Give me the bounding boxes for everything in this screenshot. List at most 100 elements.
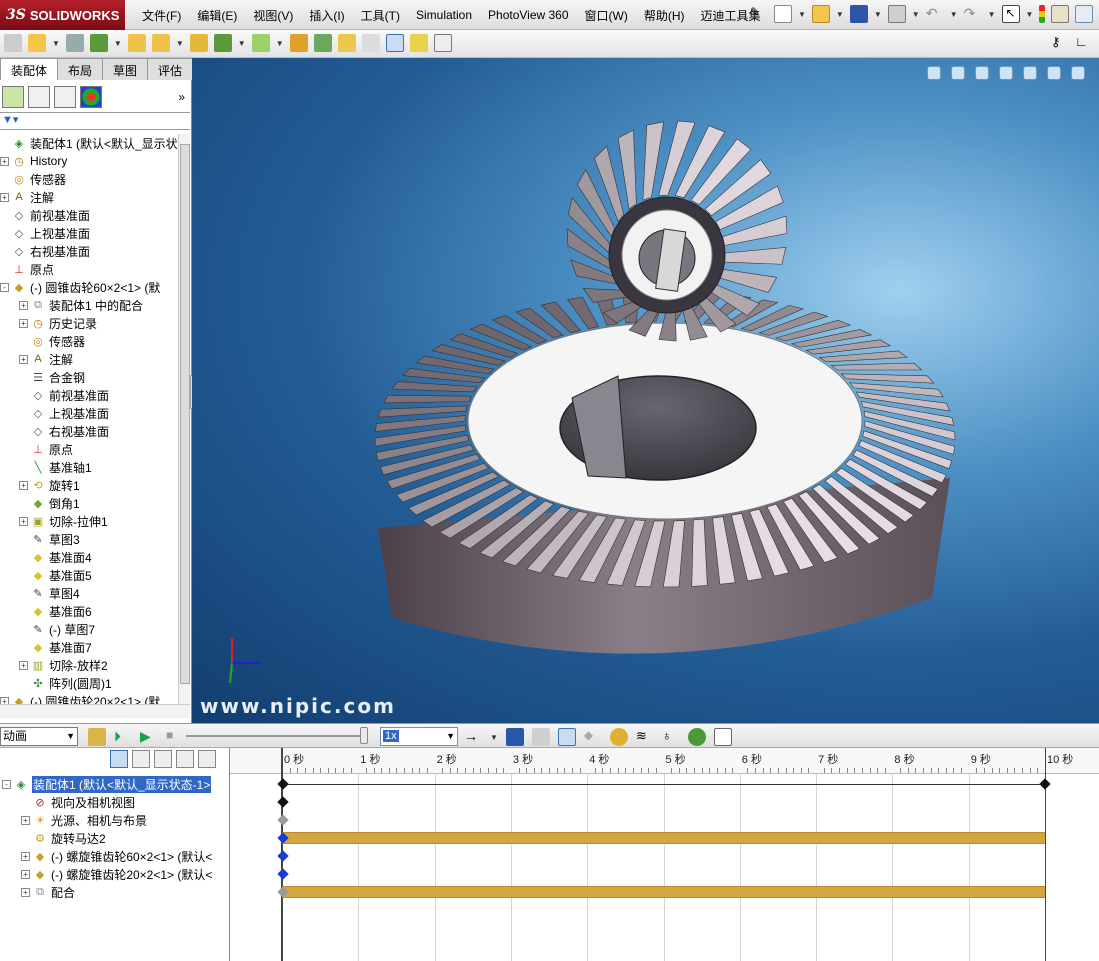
linear-pattern-icon[interactable] xyxy=(89,34,108,52)
tree-item[interactable]: - ◆ (-) 圆锥齿轮60×2<1> (默 xyxy=(0,278,160,296)
playback-mode-dropdown-icon[interactable]: ▼ xyxy=(490,733,498,742)
contact-icon[interactable]: ♁ xyxy=(662,728,680,746)
collapse-icon[interactable]: - xyxy=(2,779,11,789)
tree-item[interactable]: ✣ 阵列(圆周)1 xyxy=(19,674,111,692)
tree-item[interactable]: + ▥ 切除-放样2 xyxy=(19,656,108,674)
play-from-start-icon[interactable]: ⏵ xyxy=(114,728,132,746)
add-update-key-icon[interactable]: ◆ xyxy=(584,728,602,746)
property-manager-tab-icon[interactable] xyxy=(28,86,50,108)
keypoint[interactable] xyxy=(277,778,289,790)
save-animation-icon[interactable] xyxy=(505,728,524,746)
spring-icon[interactable]: ≋ xyxy=(636,728,654,746)
playback-slider[interactable] xyxy=(186,735,366,737)
playback-slider-thumb[interactable] xyxy=(360,727,368,744)
reference-geometry-icon[interactable] xyxy=(251,34,270,52)
solidworks-logo[interactable]: 3S SOLIDWORKS xyxy=(0,0,125,30)
menu-item[interactable]: Simulation xyxy=(408,8,480,22)
open-folder-icon[interactable] xyxy=(811,5,830,23)
calculate-icon[interactable] xyxy=(88,728,106,746)
tree-item[interactable]: ◆ 基准面4 xyxy=(19,548,92,566)
large-gear[interactable] xyxy=(374,290,956,654)
tree-item[interactable]: + ◷ History xyxy=(0,152,67,170)
pin-icon[interactable]: ✎ xyxy=(750,5,768,23)
key-icon[interactable]: ⚷ xyxy=(1051,34,1069,52)
scrollbar-thumb[interactable] xyxy=(180,144,190,684)
tree-item[interactable]: ✎ 草图4 xyxy=(19,584,79,602)
motion-tree-item[interactable]: + ☀ 光源、相机与布景 xyxy=(21,811,147,829)
assembly-features-icon[interactable] xyxy=(213,34,232,52)
rebuild-traffic-light-icon[interactable] xyxy=(1039,5,1046,23)
show-hidden-icon[interactable] xyxy=(189,34,208,52)
command-tab[interactable]: 装配体 xyxy=(0,58,59,80)
tree-item[interactable]: ◎ 传感器 xyxy=(19,332,85,350)
filter-animated-icon[interactable] xyxy=(110,750,128,768)
tree-item[interactable]: ◇ 前视基准面 xyxy=(19,386,109,404)
expand-icon[interactable]: + xyxy=(19,318,28,328)
playback-speed-select[interactable]: 1x ▼ xyxy=(380,727,458,746)
tree-item[interactable]: ⊥ 原点 xyxy=(0,260,54,278)
move-component-icon[interactable] xyxy=(151,34,170,52)
tree-item[interactable]: + ▣ 切除-拉伸1 xyxy=(19,512,108,530)
expand-icon[interactable]: + xyxy=(19,516,28,526)
new-dropdown-icon[interactable]: ▼ xyxy=(798,10,806,19)
motion-tree-item[interactable]: + ◆ (-) 螺旋锥齿轮20×2<1> (默认< xyxy=(21,865,212,883)
end-keypoint[interactable] xyxy=(1039,778,1051,790)
keypoint[interactable] xyxy=(277,796,289,808)
update-speedpak-icon[interactable] xyxy=(409,34,428,52)
keypoint[interactable] xyxy=(277,850,289,862)
save-dropdown-icon[interactable]: ▼ xyxy=(874,10,882,19)
tree-item[interactable]: ◆ 基准面5 xyxy=(19,566,92,584)
expand-icon[interactable]: + xyxy=(21,815,30,825)
tree-item[interactable]: ◆ 基准面6 xyxy=(19,602,92,620)
timeline-change-bar[interactable] xyxy=(282,832,1045,844)
menu-item[interactable]: 帮助(H) xyxy=(636,7,693,24)
menu-item[interactable]: 文件(F) xyxy=(134,7,189,24)
configuration-manager-tab-icon[interactable] xyxy=(54,86,76,108)
motion-tree-item[interactable]: ⚙ 旋转马达2 xyxy=(21,829,106,847)
undo-dropdown-icon[interactable]: ▼ xyxy=(950,10,958,19)
print-icon[interactable] xyxy=(887,5,906,23)
timeline[interactable]: 0 秒 1 秒 2 秒 3 秒 4 秒 5 秒 6 秒 7 秒 8 秒 9 秒 10 秒 xyxy=(230,748,1099,961)
select-dropdown-icon[interactable]: ▼ xyxy=(1026,10,1034,19)
open-dropdown-icon[interactable]: ▼ xyxy=(836,10,844,19)
tree-item[interactable]: + ⧉ 装配体1 中的配合 xyxy=(19,296,143,314)
new-motion-study-icon[interactable] xyxy=(289,34,308,52)
filter-results-icon[interactable] xyxy=(176,750,194,768)
smart-fasteners-icon[interactable] xyxy=(127,34,146,52)
take-snapshot-icon[interactable] xyxy=(433,34,452,52)
motion-tree-item[interactable]: + ◆ (-) 螺旋锥齿轮60×2<1> (默认< xyxy=(21,847,212,865)
tree-item[interactable]: ◇ 前视基准面 xyxy=(0,206,90,224)
new-part-dropdown-icon[interactable]: ▼ xyxy=(52,39,60,48)
tree-item[interactable]: ◆ 倒角1 xyxy=(19,494,80,512)
filter-selected-icon[interactable] xyxy=(154,750,172,768)
corner-icon[interactable]: ∟ xyxy=(1075,34,1093,52)
tree-item[interactable]: ☰ 合金钢 xyxy=(19,368,85,386)
mate-icon[interactable] xyxy=(65,34,84,52)
tree-item[interactable]: ◇ 右视基准面 xyxy=(0,242,90,260)
filter-driving-icon[interactable] xyxy=(132,750,150,768)
tree-item[interactable]: ◈ 装配体1 (默认<默认_显示状态 xyxy=(0,134,178,152)
feature-tree-scrollbar[interactable] xyxy=(178,134,190,704)
save-icon[interactable] xyxy=(849,5,868,23)
bill-of-materials-icon[interactable] xyxy=(313,34,332,52)
exploded-view-icon[interactable] xyxy=(337,34,356,52)
print-dropdown-icon[interactable]: ▼ xyxy=(912,10,920,19)
time-ruler[interactable]: 0 秒 1 秒 2 秒 3 秒 4 秒 5 秒 6 秒 7 秒 8 秒 9 秒 10 秒 xyxy=(230,748,1099,774)
new-document-icon[interactable] xyxy=(774,5,792,23)
assembly-features-dropdown-icon[interactable]: ▼ xyxy=(238,39,246,48)
menu-item[interactable]: PhotoView 360 xyxy=(480,8,577,22)
menu-item[interactable]: 视图(V) xyxy=(245,7,301,24)
tree-item[interactable]: + ⟲ 旋转1 xyxy=(19,476,80,494)
new-part-icon[interactable] xyxy=(28,34,46,52)
redo-dropdown-icon[interactable]: ▼ xyxy=(988,10,996,19)
expand-icon[interactable]: + xyxy=(19,480,28,490)
tree-item[interactable]: ◇ 右视基准面 xyxy=(19,422,109,440)
timeline-change-bar[interactable] xyxy=(282,886,1045,898)
tree-item[interactable]: ✎ (-) 草图7 xyxy=(19,620,95,638)
expand-icon[interactable]: + xyxy=(19,660,28,670)
display-manager-tab-icon[interactable] xyxy=(80,86,102,108)
tree-item[interactable]: ◇ 上视基准面 xyxy=(19,404,109,422)
menu-item[interactable]: 编辑(E) xyxy=(189,7,245,24)
redo-icon[interactable]: ↷ xyxy=(964,5,982,23)
filter-icon[interactable]: ▼▾ xyxy=(2,114,18,126)
